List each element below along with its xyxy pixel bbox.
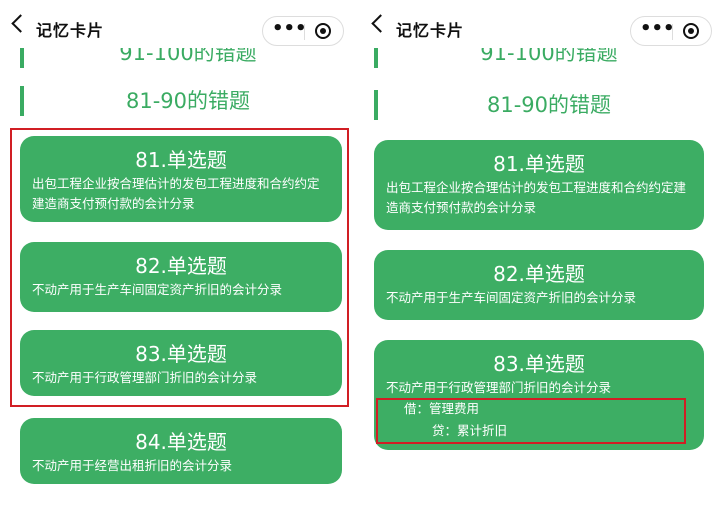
navbar: 记忆卡片 ••• xyxy=(360,0,720,48)
card-84[interactable]: 84.单选题 不动产用于经营出租折旧的会计分录 xyxy=(20,418,342,484)
card-title: 82.单选题 xyxy=(493,262,585,286)
section-81-90-header[interactable]: 81-90的错题 xyxy=(20,86,352,116)
more-icon[interactable]: ••• xyxy=(640,19,675,43)
page-title: 记忆卡片 xyxy=(396,21,465,40)
card-81[interactable]: 81.单选题 出包工程企业按合理估计的发包工程进度和合约约定建造商支付预付款的会… xyxy=(374,140,704,230)
highlight-box xyxy=(376,398,686,444)
back-arrow-icon[interactable] xyxy=(11,14,30,33)
card-82[interactable]: 82.单选题 不动产用于生产车间固定资产折旧的会计分录 xyxy=(374,250,704,320)
back-arrow-icon[interactable] xyxy=(371,14,390,33)
target-icon[interactable] xyxy=(315,23,331,39)
left-screen: 91-100的错题 81-90的错题 81.单选题 出包工程企业按合理估计的发包… xyxy=(0,0,352,508)
card-question: 不动产用于行政管理部门折旧的会计分录 xyxy=(386,380,612,395)
card-question: 不动产用于生产车间固定资产折旧的会计分录 xyxy=(386,290,637,305)
section-81-90-header[interactable]: 81-90的错题 xyxy=(374,90,720,120)
card-title: 84.单选题 xyxy=(135,430,227,454)
card-title: 83.单选题 xyxy=(493,352,585,376)
card-question: 不动产用于经营出租折旧的会计分录 xyxy=(32,458,233,473)
capsule-divider xyxy=(304,24,305,40)
target-icon[interactable] xyxy=(683,23,699,39)
capsule-menu: ••• xyxy=(262,16,344,46)
highlight-box xyxy=(10,128,349,407)
card-title: 81.单选题 xyxy=(493,152,585,176)
more-icon[interactable]: ••• xyxy=(272,19,307,43)
capsule-menu: ••• xyxy=(630,16,712,46)
card-question: 出包工程企业按合理估计的发包工程进度和合约约定建造商支付预付款的会计分录 xyxy=(386,180,687,215)
page-title: 记忆卡片 xyxy=(36,21,105,40)
navbar: 记忆卡片 ••• xyxy=(0,0,352,48)
right-screen: 91-100的错题 81-90的错题 81.单选题 出包工程企业按合理估计的发包… xyxy=(360,0,720,508)
capsule-divider xyxy=(672,24,673,40)
